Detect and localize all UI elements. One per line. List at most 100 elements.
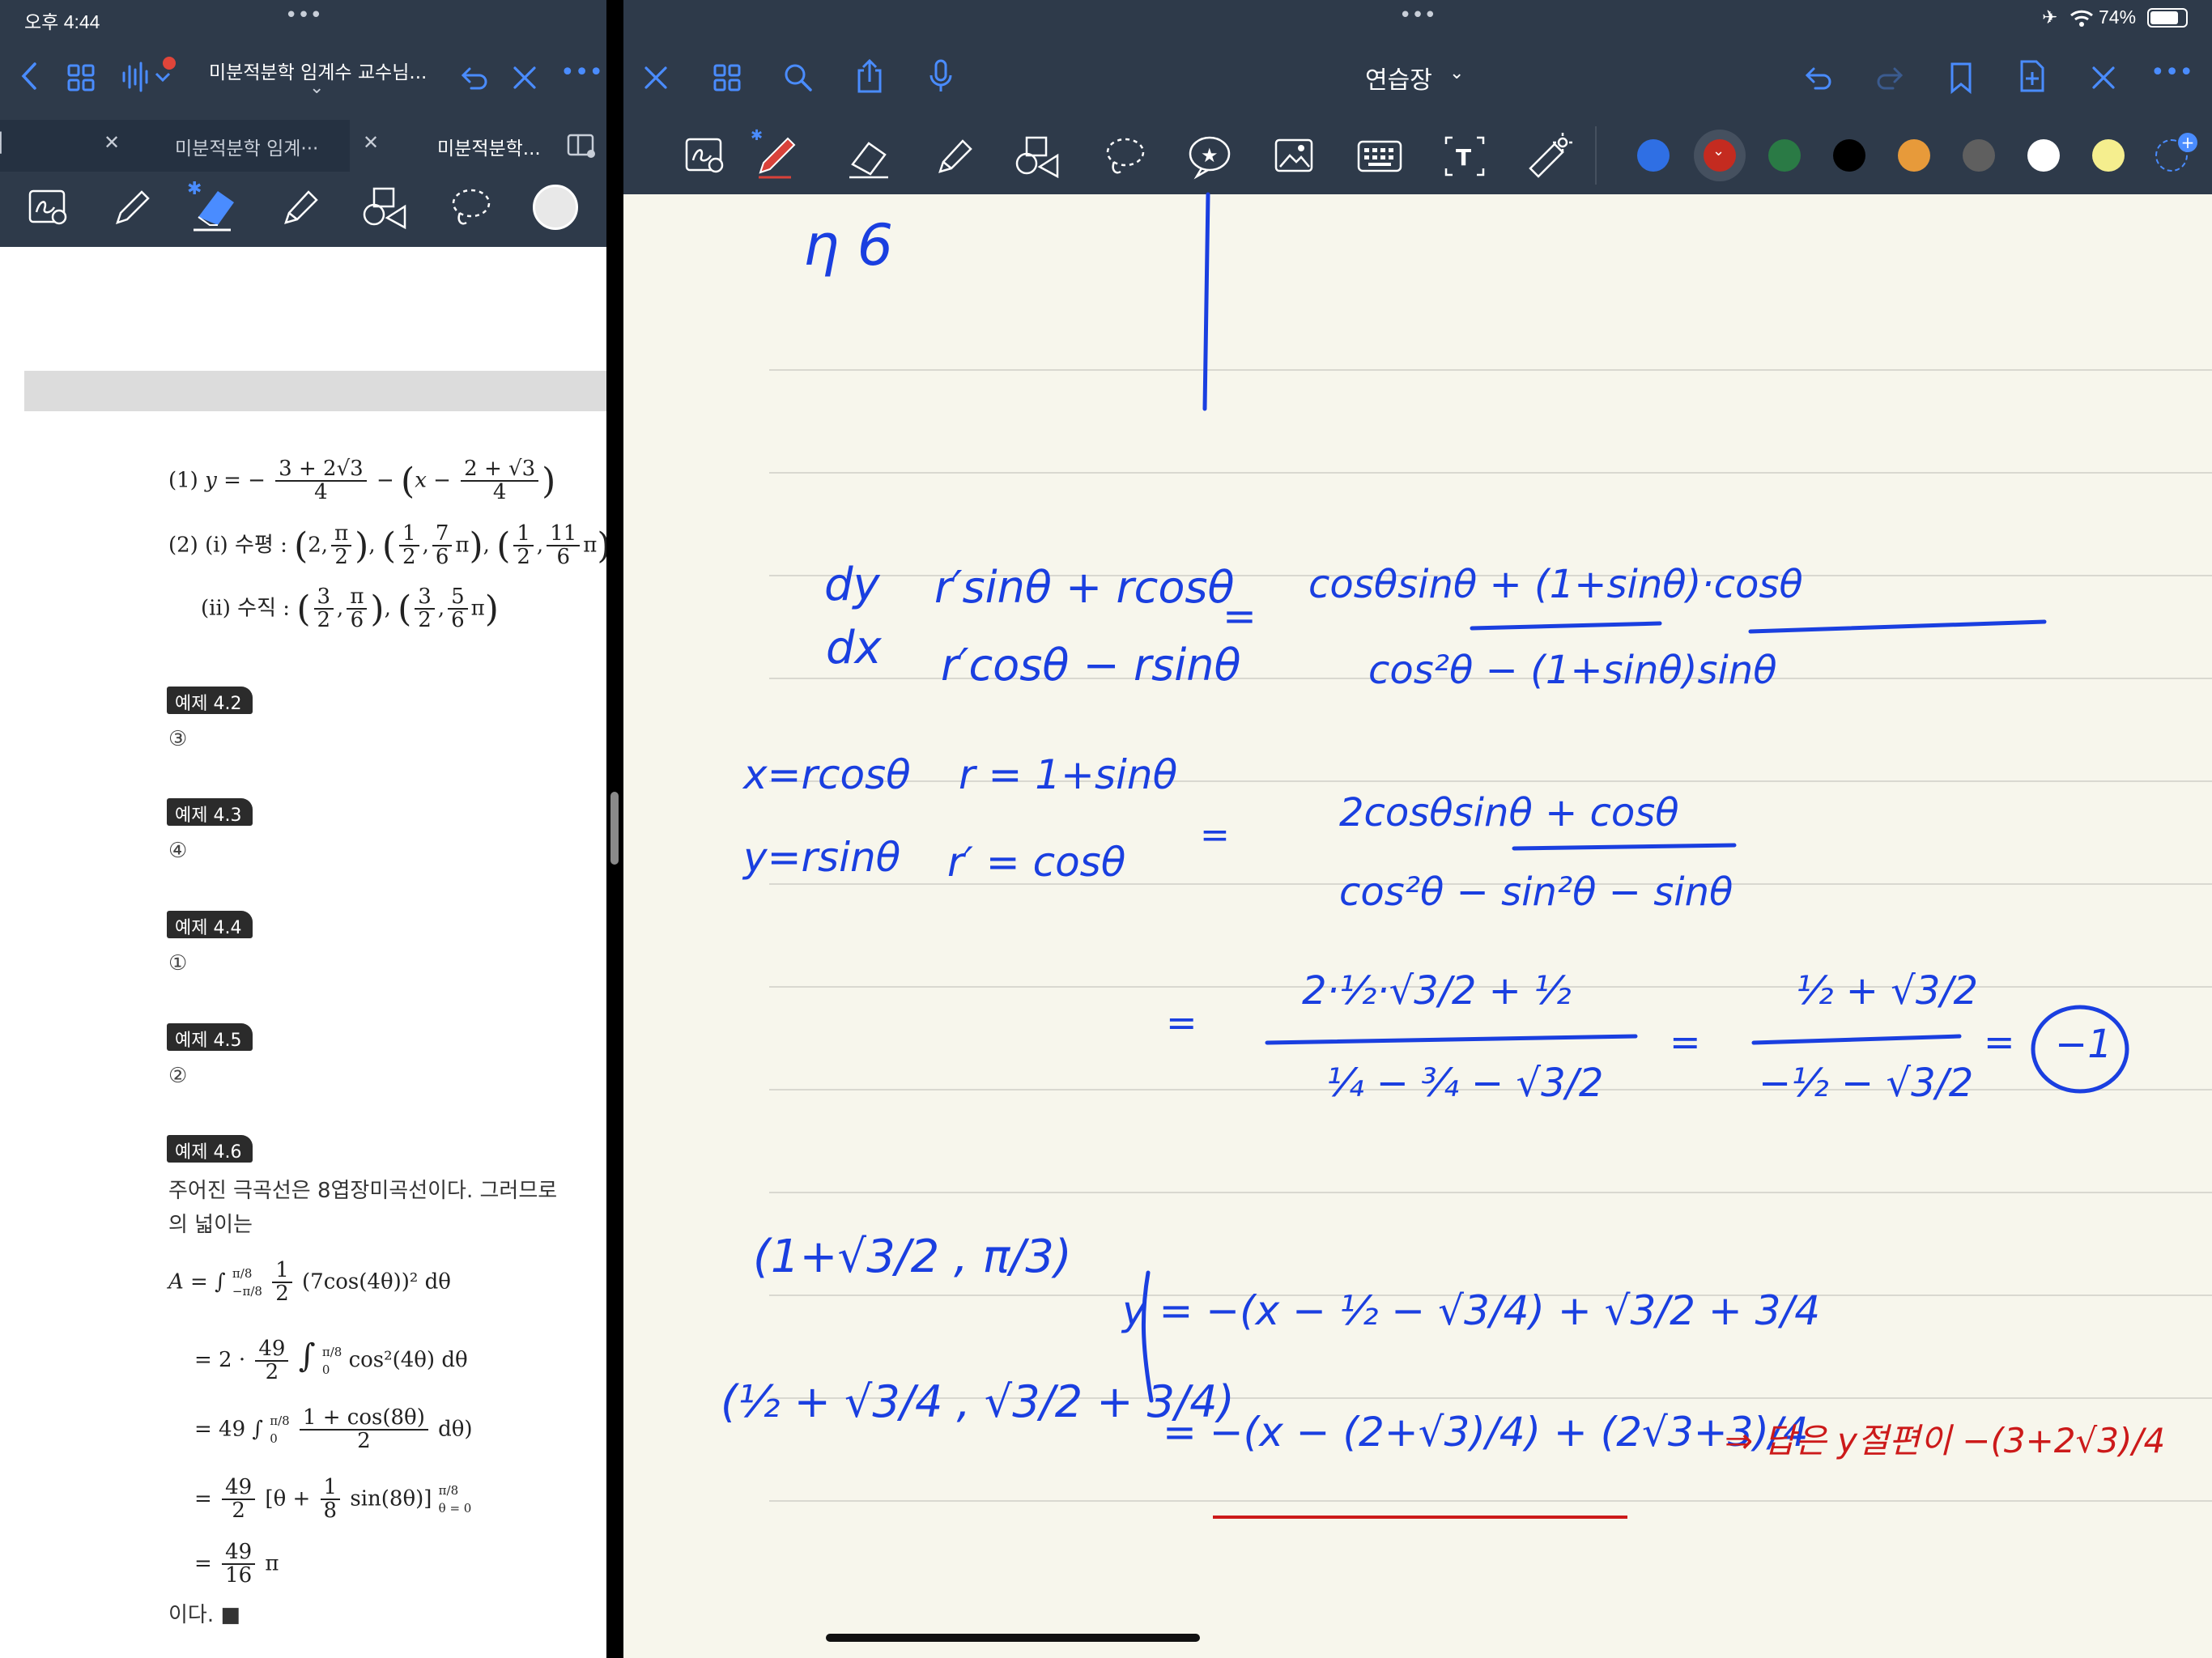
fraction: 49 2 <box>255 1337 289 1384</box>
example-answer: ③ <box>168 727 188 751</box>
denominator: 2 <box>357 1429 371 1454</box>
tab-fragment[interactable]: ╡ <box>0 133 6 154</box>
numerator: 3 <box>415 585 435 610</box>
answer-line-2: (2) (i) 수평 : (2,π2), (12,76π), (12,116π) <box>168 522 606 570</box>
handwritten-text: y=rsinθ <box>743 834 901 881</box>
paren: ) <box>469 525 483 567</box>
math-text: [θ + <box>265 1486 311 1511</box>
paren: ) <box>370 588 385 630</box>
paren: ( <box>294 525 308 567</box>
denominator: 6 <box>556 545 570 570</box>
math-text: (7cos(4θ))² dθ <box>302 1269 451 1295</box>
math-text: − <box>376 468 394 493</box>
denominator: 6 <box>435 545 449 570</box>
multitask-dots-icon[interactable]: ••• <box>285 3 322 28</box>
handwritten-text: = <box>1670 1020 1701 1064</box>
fraction: 56 <box>448 585 468 633</box>
handwritten-text: ½ + √3/2 <box>1796 968 1979 1014</box>
fraction: 12 <box>513 522 534 570</box>
numerator: 3 <box>313 585 334 610</box>
split-handle[interactable] <box>610 792 619 865</box>
ink-stroke <box>1470 621 1662 631</box>
example-badge: 예제 4.6 <box>167 1135 253 1163</box>
example-text: 의 넓이는 <box>168 1213 253 1237</box>
numerator: 11 <box>547 522 581 547</box>
fraction: π2 <box>331 522 352 569</box>
math-text: = 2 · <box>194 1348 246 1372</box>
limits: π/8 0 <box>322 1343 342 1380</box>
handwritten-text: = <box>1223 593 1257 640</box>
ink-stroke <box>1512 843 1737 851</box>
ink-stroke <box>1202 192 1210 411</box>
tab-label-active[interactable]: 미분적분학... <box>437 133 541 160</box>
close-icon[interactable] <box>508 62 541 94</box>
denominator: 2 <box>232 1499 245 1524</box>
fraction: 49 2 <box>222 1476 256 1524</box>
shapes-tool-icon[interactable] <box>361 185 411 230</box>
math-text: A = ∫ <box>168 1269 226 1295</box>
undo-icon[interactable] <box>458 62 491 94</box>
numerator: 3 + 2√3 <box>275 457 367 483</box>
pen-tool-icon[interactable] <box>108 185 154 230</box>
handwritten-text: cosθsinθ + (1+sinθ)·cosθ <box>1308 562 1803 607</box>
numerator: 7 <box>432 522 453 547</box>
close-tab-icon[interactable]: ✕ <box>363 131 379 154</box>
highlighter-tool-icon[interactable] <box>275 185 324 230</box>
denominator: 2 <box>517 545 530 570</box>
grid-icon[interactable] <box>65 62 97 94</box>
left-toolbar-area: 오후 4:44 ••• 미분적분학 임계수 교수님... ⌄ ••• ╡ ✕ 미… <box>0 0 606 247</box>
numerator: 49 <box>222 1541 256 1566</box>
fraction: 18 <box>320 1476 341 1523</box>
color-picker-button[interactable] <box>533 185 578 230</box>
denominator: 4 <box>492 480 507 505</box>
split-view-icon[interactable] <box>565 131 596 160</box>
home-indicator[interactable] <box>826 1634 1200 1642</box>
integral-sign: ∫ <box>298 1337 316 1375</box>
more-icon[interactable]: ••• <box>560 58 603 87</box>
denominator: 6 <box>350 608 364 633</box>
lasso-tool-icon[interactable] <box>447 185 494 230</box>
upper-limit: π/8 <box>438 1482 459 1498</box>
denominator: 6 <box>451 608 465 633</box>
ink-stroke <box>1751 1034 1962 1045</box>
math-text: y = − <box>205 468 266 493</box>
line-label: (ii) 수직 : <box>201 596 291 621</box>
math-text: cos²(4θ) dθ <box>348 1348 468 1372</box>
numerator: 2 + √3 <box>461 457 539 483</box>
line-label: (1) <box>168 468 198 493</box>
example-badge: 예제 4.3 <box>167 798 253 826</box>
fraction: 2 + √3 4 <box>461 457 539 505</box>
zoom-window-icon[interactable] <box>28 188 70 228</box>
math-text: sin(8θ)] <box>350 1486 432 1511</box>
handwritten-text: dx <box>826 622 882 674</box>
math-text: π <box>470 596 485 621</box>
lower-limit: θ = 0 <box>438 1501 472 1516</box>
denominator: 16 <box>225 1563 253 1588</box>
answer-line-3: (ii) 수직 : (3 2, π 6), (3 2, 5 6 π) <box>201 585 499 633</box>
math-text: dθ) <box>438 1417 473 1442</box>
example-badge: 예제 4.2 <box>167 687 253 714</box>
fraction: π6 <box>347 585 368 633</box>
paren: ( <box>296 588 311 630</box>
handwritten-text: y = −(x − ½ − √3/4) + √3/2 + 3/4 <box>1122 1287 1821 1334</box>
handwritten-text: −½ − √3/2 <box>1759 1061 1974 1106</box>
back-icon[interactable] <box>11 58 47 94</box>
handwritten-text: = <box>1984 1020 2015 1064</box>
handwritten-text: (½ + √3/4 , √3/2 + 3/4) <box>721 1376 1235 1427</box>
equation-1: A = ∫ π/8 −π/8 12 (7cos(4θ))² dθ <box>168 1259 451 1306</box>
example-answer: ② <box>168 1064 188 1088</box>
audio-icon[interactable] <box>120 57 177 94</box>
eraser-tool-icon[interactable]: ✱ <box>183 176 245 233</box>
numerator: π <box>347 585 368 610</box>
handwritten-text: 2·½·√3/2 + ½ <box>1302 968 1572 1014</box>
chevron-down-icon[interactable]: ⌄ <box>309 78 324 98</box>
denominator: 4 <box>314 480 328 505</box>
tab-label[interactable]: 미분적분학 임계··· <box>175 133 318 160</box>
handwritten-text: cos²θ − sin²θ − sinθ <box>1339 869 1733 915</box>
ink-stroke <box>1748 619 2047 634</box>
fraction: 49 16 <box>222 1541 256 1588</box>
denominator: 2 <box>317 608 331 633</box>
fraction: 11 6 <box>547 522 581 570</box>
upper-limit: π/8 <box>232 1265 253 1281</box>
close-tab-icon[interactable]: ✕ <box>104 131 120 154</box>
